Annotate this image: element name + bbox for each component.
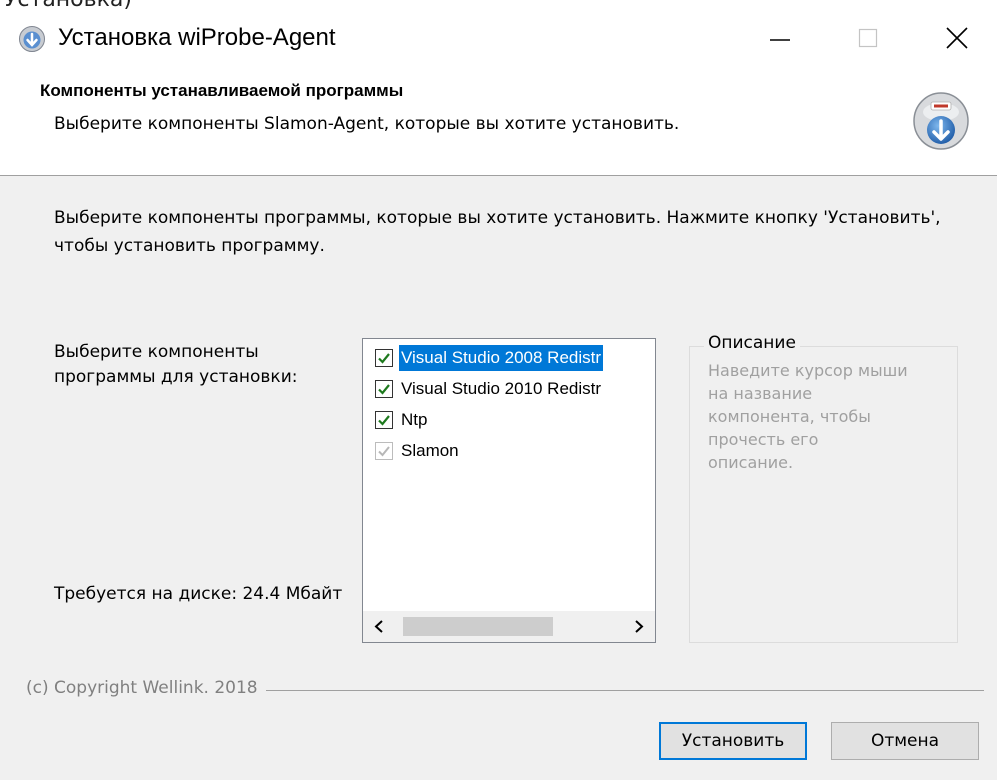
component-checkbox[interactable]	[375, 349, 393, 367]
component-item[interactable]: Ntp	[375, 407, 655, 433]
header-panel: Компоненты устанавливаемой программы Выб…	[0, 64, 997, 176]
horizontal-scrollbar[interactable]	[363, 611, 655, 642]
component-checkbox[interactable]	[375, 380, 393, 398]
select-components-label: Выберите компоненты программы для устано…	[54, 342, 298, 387]
minimize-button[interactable]	[748, 14, 812, 64]
checkmark-icon	[378, 415, 390, 426]
components-tree[interactable]: Visual Studio 2008 Redistr Visual Studio…	[362, 338, 656, 643]
component-checkbox[interactable]	[375, 411, 393, 429]
checkmark-icon	[378, 353, 390, 364]
scroll-left-button[interactable]	[363, 611, 396, 642]
checkmark-icon	[378, 446, 390, 457]
chevron-right-icon	[635, 620, 644, 633]
installer-app-icon	[19, 26, 45, 52]
component-checkbox-disabled	[375, 442, 393, 460]
component-label: Visual Studio 2008 Redistr	[399, 345, 604, 371]
component-item[interactable]: Visual Studio 2010 Redistr	[375, 376, 655, 402]
component-label: Slamon	[401, 441, 459, 460]
component-item[interactable]: Slamon	[375, 438, 655, 464]
maximize-icon	[858, 28, 878, 48]
description-group: Описание Наведите курсор мыши на названи…	[689, 333, 958, 643]
installer-logo-icon	[913, 92, 969, 150]
cropped-previous-window: Установка)	[0, 0, 997, 14]
close-button[interactable]	[925, 14, 989, 64]
title-bar[interactable]: Установка wiProbe-Agent	[0, 14, 997, 64]
page-title: Компоненты устанавливаемой программы	[40, 81, 404, 100]
description-text: Наведите курсор мыши на название компоне…	[708, 361, 908, 472]
install-button[interactable]: Установить	[659, 722, 807, 760]
disk-space-label: Требуется на диске: 24.4 Мбайт	[54, 584, 343, 604]
component-item[interactable]: Visual Studio 2008 Redistr	[375, 345, 655, 371]
installer-window: Установка) Установка wiProbe-Agent Компо…	[0, 0, 997, 780]
scroll-right-button[interactable]	[622, 611, 655, 642]
description-legend: Описание	[704, 333, 800, 353]
scroll-thumb[interactable]	[403, 617, 553, 636]
component-label: Ntp	[401, 410, 428, 429]
cropped-text: Установка)	[4, 0, 132, 12]
page-subtitle: Выберите компоненты Slamon-Agent, которы…	[54, 114, 680, 134]
close-icon	[946, 27, 968, 49]
chevron-left-icon	[374, 620, 383, 633]
copyright-text: (c) Copyright Wellink. 2018	[26, 678, 266, 698]
minimize-icon	[770, 39, 790, 41]
maximize-button[interactable]	[836, 14, 900, 64]
component-label: Visual Studio 2010 Redistr	[401, 379, 602, 398]
window-title: Установка wiProbe-Agent	[58, 24, 336, 51]
instructions-text: Выберите компоненты программы, которые в…	[54, 208, 941, 256]
checkmark-icon	[378, 384, 390, 395]
cancel-button[interactable]: Отмена	[831, 722, 979, 760]
